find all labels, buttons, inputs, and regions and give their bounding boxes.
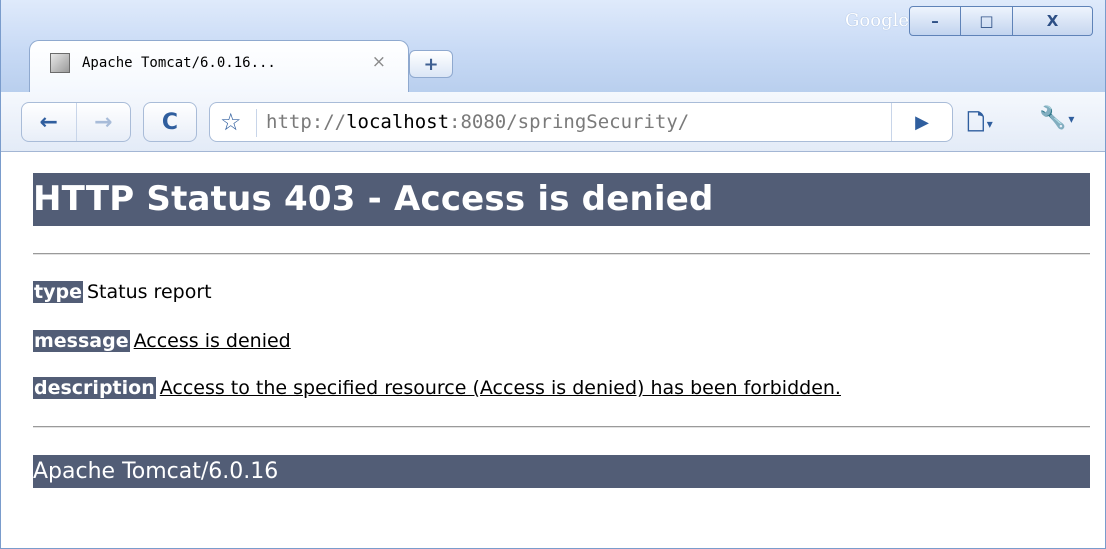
- go-button[interactable]: ▶: [891, 103, 952, 141]
- back-arrow-icon: ←: [39, 109, 58, 135]
- url-text[interactable]: http://localhost:8080/springSecurity/: [266, 111, 689, 133]
- forward-button[interactable]: →: [77, 103, 131, 141]
- navigation-buttons: ← →: [21, 102, 131, 142]
- play-icon: ▶: [915, 111, 929, 133]
- maximize-button[interactable]: □: [961, 6, 1013, 36]
- reload-button[interactable]: C: [143, 102, 197, 142]
- address-bar-divider: [256, 109, 257, 137]
- type-value: Status report: [86, 281, 212, 303]
- wrench-icon: 🔧: [1039, 106, 1067, 131]
- error-heading: HTTP Status 403 - Access is denied: [33, 173, 1090, 226]
- reload-icon: C: [161, 109, 179, 135]
- url-scheme: http://: [266, 111, 347, 133]
- maximize-icon: □: [979, 12, 994, 30]
- server-footer: Apache Tomcat/6.0.16: [33, 455, 1090, 488]
- tab-apache-tomcat[interactable]: Apache Tomcat/6.0.16... ×: [29, 40, 409, 92]
- browser-window: Google – □ X Apache Tomcat/6.0.16... × +…: [0, 0, 1106, 549]
- page-menu-button[interactable]: 🗋 ▾: [967, 106, 993, 144]
- type-row: type Status report: [33, 281, 212, 303]
- browser-brand: Google: [845, 10, 909, 31]
- description-row: description Access to the specified resou…: [33, 377, 841, 399]
- new-tab-button[interactable]: +: [409, 50, 453, 78]
- divider-bottom: [33, 426, 1090, 428]
- page-icon: 🗋: [967, 111, 985, 136]
- back-button[interactable]: ←: [22, 103, 77, 141]
- url-host: localhost: [346, 111, 450, 133]
- tab-title: Apache Tomcat/6.0.16...: [82, 55, 276, 71]
- message-value: Access is denied: [133, 330, 291, 352]
- page-content: HTTP Status 403 - Access is denied type S…: [1, 152, 1105, 548]
- tools-menu-button[interactable]: 🔧 ▾: [1039, 106, 1074, 131]
- chevron-down-icon: ▾: [986, 117, 993, 131]
- close-icon: X: [1046, 12, 1059, 30]
- url-path: :8080/springSecurity/: [449, 111, 690, 133]
- description-value: Access to the specified resource (Access…: [159, 377, 841, 399]
- type-label: type: [33, 281, 83, 303]
- address-bar[interactable]: ☆ http://localhost:8080/springSecurity/ …: [209, 102, 953, 142]
- minimize-button[interactable]: –: [909, 6, 961, 36]
- tab-close-button[interactable]: ×: [372, 52, 386, 72]
- message-label: message: [33, 330, 130, 352]
- description-label: description: [33, 377, 156, 399]
- bookmark-star-icon[interactable]: ☆: [220, 108, 242, 136]
- plus-icon: +: [423, 53, 439, 75]
- browser-toolbar: ← → C ☆ http://localhost:8080/springSecu…: [1, 92, 1105, 152]
- divider-top: [33, 253, 1090, 255]
- chevron-down-icon: ▾: [1068, 112, 1075, 126]
- window-controls: – □ X: [909, 6, 1093, 36]
- minimize-icon: –: [931, 12, 939, 30]
- message-row: message Access is denied: [33, 330, 291, 352]
- tomcat-favicon-icon: [50, 53, 70, 73]
- title-bar: Google – □ X Apache Tomcat/6.0.16... × +: [1, 0, 1105, 92]
- forward-arrow-icon: →: [94, 109, 113, 135]
- close-window-button[interactable]: X: [1013, 6, 1093, 36]
